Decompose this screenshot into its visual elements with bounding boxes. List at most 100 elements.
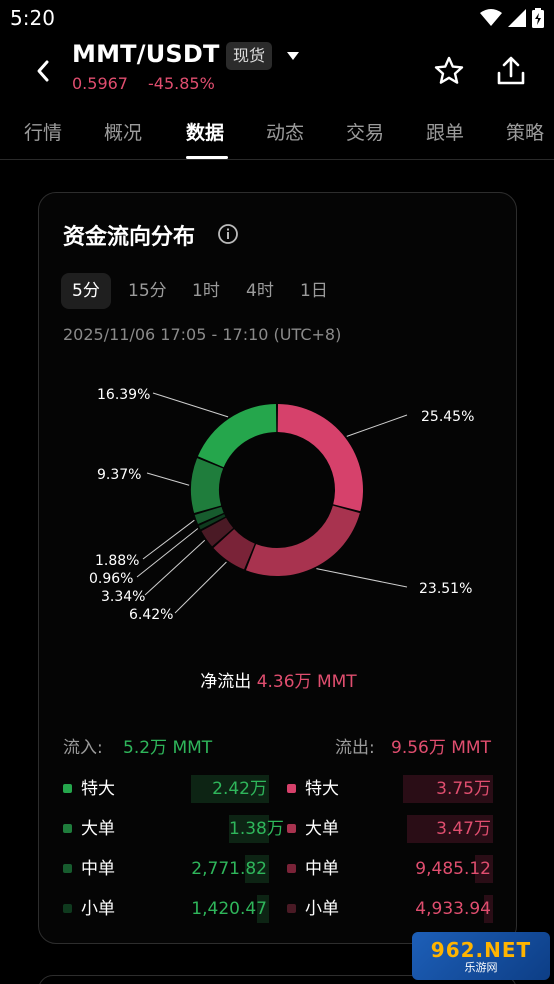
- market-type-badge: 现货: [226, 42, 273, 70]
- star-icon: [434, 56, 464, 84]
- slice-percent-label: 23.51%: [419, 581, 472, 597]
- legend-dot: [63, 824, 72, 833]
- leader-line: [146, 472, 190, 486]
- row-label: 大单: [305, 819, 339, 839]
- outflow-total: 9.56万 MMT: [391, 738, 491, 758]
- legend-dot: [287, 904, 296, 913]
- share-icon: [497, 56, 525, 85]
- legend-dot: [63, 904, 72, 913]
- row-value: 3.47万: [407, 815, 493, 843]
- pair-title: MMT/USDT: [72, 40, 220, 68]
- slice-percent-label: 25.45%: [421, 409, 474, 425]
- legend-dot: [63, 864, 72, 873]
- outflow-row-large: 大单 3.47万: [287, 815, 497, 843]
- legend-dot: [287, 864, 296, 873]
- watermark-logo-text: 962.NET: [430, 937, 532, 962]
- legend-dot: [287, 824, 296, 833]
- price-change: -45.85%: [148, 74, 215, 93]
- leader-line: [144, 539, 206, 596]
- site-watermark: 962.NET 乐游网: [412, 932, 550, 980]
- row-value: 1,420.47: [189, 895, 269, 923]
- row-value: 1.38万: [229, 815, 284, 843]
- time-range: 2025/11/06 17:05 - 17:10 (UTC+8): [63, 325, 342, 344]
- active-tab-indicator: [186, 156, 228, 159]
- pair-dropdown-button[interactable]: [284, 48, 302, 62]
- row-value: 2.42万: [191, 775, 269, 803]
- tab-data[interactable]: 数据: [186, 118, 224, 145]
- info-icon[interactable]: [217, 223, 239, 245]
- period-4h[interactable]: 4时: [235, 273, 285, 309]
- outflow-label: 流出:: [335, 738, 375, 758]
- period-1h[interactable]: 1时: [181, 273, 231, 309]
- slice-percent-label: 3.34%: [101, 589, 145, 605]
- period-15m[interactable]: 15分: [117, 273, 178, 309]
- tab-market[interactable]: 行情: [24, 118, 62, 145]
- status-icons: [480, 8, 544, 28]
- row-label: 中单: [81, 859, 115, 879]
- inflow-total: 5.2万 MMT: [123, 738, 213, 758]
- section-tabs: 行情 概况 数据 动态 交易 跟单 策略: [0, 112, 554, 160]
- status-time: 5:20: [10, 6, 55, 30]
- leader-line: [316, 568, 408, 588]
- net-flow-value: 4.36万 MMT: [256, 672, 357, 692]
- fund-flow-donut: 25.45% 23.51% 6.42% 3.34% 0.96% 1.88% 9.37% 16.…: [39, 373, 518, 643]
- card-title: 资金流向分布: [63, 225, 196, 250]
- leader-line: [174, 561, 227, 614]
- caret-down-icon: [287, 52, 299, 60]
- slice-percent-label: 1.88%: [95, 553, 139, 569]
- donut-slice: [245, 505, 360, 576]
- share-button[interactable]: [494, 54, 528, 88]
- watermark-subtext: 乐游网: [464, 960, 498, 974]
- tab-strategy[interactable]: 策略: [506, 118, 544, 145]
- slice-percent-label: 16.39%: [97, 387, 150, 403]
- period-1d[interactable]: 1日: [289, 273, 339, 309]
- slice-percent-label: 9.37%: [97, 467, 141, 483]
- chevron-left-icon: [37, 60, 49, 82]
- row-value: 9,485.12: [403, 855, 493, 883]
- inflow-row-small: 小单 1,420.47: [63, 895, 273, 923]
- row-value: 3.75万: [403, 775, 493, 803]
- tab-trade[interactable]: 交易: [346, 118, 384, 145]
- row-label: 小单: [305, 899, 339, 919]
- slice-percent-label: 6.42%: [129, 607, 173, 623]
- inflow-row-large: 大单 1.38万: [63, 815, 284, 843]
- leader-line: [136, 528, 199, 578]
- tab-copy-trade[interactable]: 跟单: [426, 118, 464, 145]
- period-5m[interactable]: 5分: [61, 273, 111, 309]
- donut-slice: [191, 458, 224, 514]
- header: MMT/USDT 现货 0.5967 -45.85%: [0, 36, 554, 100]
- row-label: 特大: [81, 779, 115, 799]
- tab-overview[interactable]: 概况: [104, 118, 142, 145]
- donut-slice: [197, 404, 277, 468]
- row-value: 2,771.82: [189, 855, 269, 883]
- inflow-label: 流入:: [63, 738, 103, 758]
- status-bar: 5:20: [0, 0, 554, 36]
- favorite-button[interactable]: [432, 54, 466, 88]
- inflow-row-medium: 中单 2,771.82: [63, 855, 273, 883]
- slice-percent-label: 0.96%: [89, 571, 133, 587]
- row-label: 大单: [81, 819, 115, 839]
- leader-line: [142, 519, 195, 560]
- inflow-row-xl: 特大 2.42万: [63, 775, 273, 803]
- row-label: 特大: [305, 779, 339, 799]
- row-value: 4,933.94: [403, 895, 493, 923]
- battery-icon: [532, 8, 544, 28]
- legend-dot: [63, 784, 72, 793]
- outflow-row-xl: 特大 3.75万: [287, 775, 497, 803]
- signal-icon: [508, 9, 526, 27]
- net-flow: 净流出 4.36万 MMT: [39, 667, 518, 692]
- legend-dot: [287, 784, 296, 793]
- wifi-icon: [480, 9, 502, 26]
- fund-flow-card: 资金流向分布 5分 15分 1时 4时 1日 2025/11/06 17:05 …: [38, 192, 517, 944]
- row-label: 小单: [81, 899, 115, 919]
- tab-news[interactable]: 动态: [266, 118, 304, 145]
- donut-slice: [277, 404, 363, 512]
- row-label: 中单: [305, 859, 339, 879]
- back-button[interactable]: [28, 56, 58, 86]
- leader-line: [346, 414, 408, 437]
- outflow-row-medium: 中单 9,485.12: [287, 855, 497, 883]
- net-flow-label: 净流出: [200, 672, 252, 692]
- leader-line: [152, 392, 229, 418]
- outflow-row-small: 小单 4,933.94: [287, 895, 497, 923]
- last-price: 0.5967: [72, 74, 128, 93]
